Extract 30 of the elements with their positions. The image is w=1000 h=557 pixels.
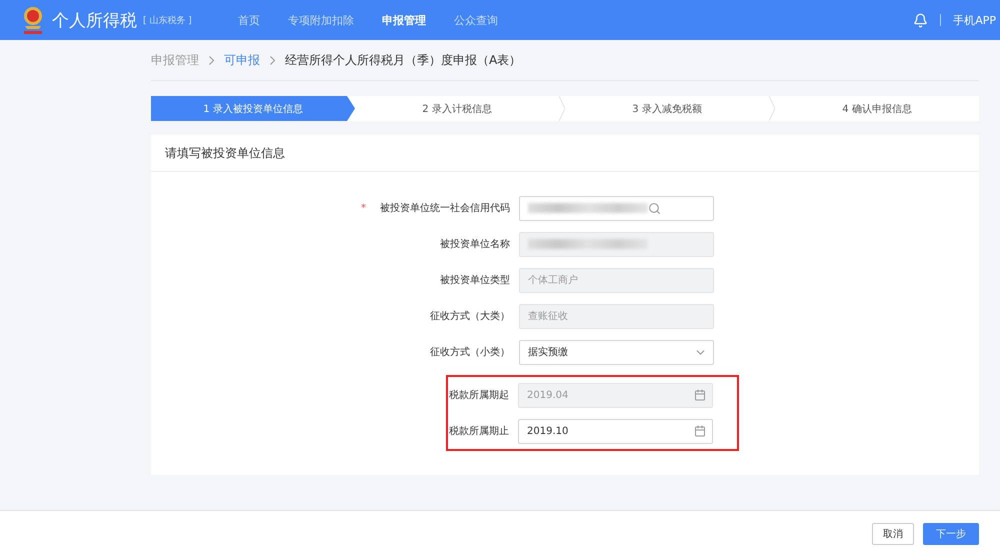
step-divider-icon — [769, 96, 775, 121]
field-label: 税款所属期止 — [448, 424, 509, 438]
section-title: 请填写被投资单位信息 — [165, 144, 285, 162]
field-label: 征收方式（小类） — [429, 346, 510, 359]
bell-icon[interactable] — [913, 12, 928, 28]
region-label: [ 山东税务 ] — [143, 14, 192, 26]
required-mark: * — [361, 202, 366, 214]
nav-link[interactable]: 申报管理 — [382, 12, 426, 28]
nav-link[interactable]: 专项附加扣除 — [288, 12, 354, 28]
nav-link[interactable]: 公众查询 — [454, 12, 498, 28]
nav-link[interactable]: 首页 — [238, 12, 260, 28]
page-title: 经营所得个人所得税月（季）度申报（A表） — [285, 52, 522, 68]
cancel-button[interactable]: 取消 — [872, 523, 914, 545]
field-label: 征收方式（大类） — [429, 310, 510, 323]
next-button[interactable]: 下一步 — [923, 523, 979, 545]
input-field[interactable] — [519, 196, 714, 220]
field-label: 被投资单位名称 — [439, 238, 510, 251]
chevron-right-icon — [209, 56, 214, 64]
search-icon[interactable] — [648, 202, 661, 214]
field-label: 被投资单位类型 — [439, 274, 510, 287]
step-divider-icon — [559, 96, 565, 121]
select-field[interactable]: 据实预缴 — [519, 340, 714, 364]
app-link[interactable]: 手机APP — [953, 12, 996, 28]
app-title: 个人所得税 — [52, 10, 137, 32]
chevron-right-icon — [270, 56, 275, 64]
calendar-icon[interactable] — [694, 425, 706, 437]
breadcrumb-link[interactable]: 可申报 — [224, 52, 260, 68]
field-label: 税款所属期起 — [448, 388, 509, 402]
breadcrumb-link[interactable]: 申报管理 — [151, 52, 199, 68]
field-label: 被投资单位统一社会信用代码 — [379, 202, 510, 215]
